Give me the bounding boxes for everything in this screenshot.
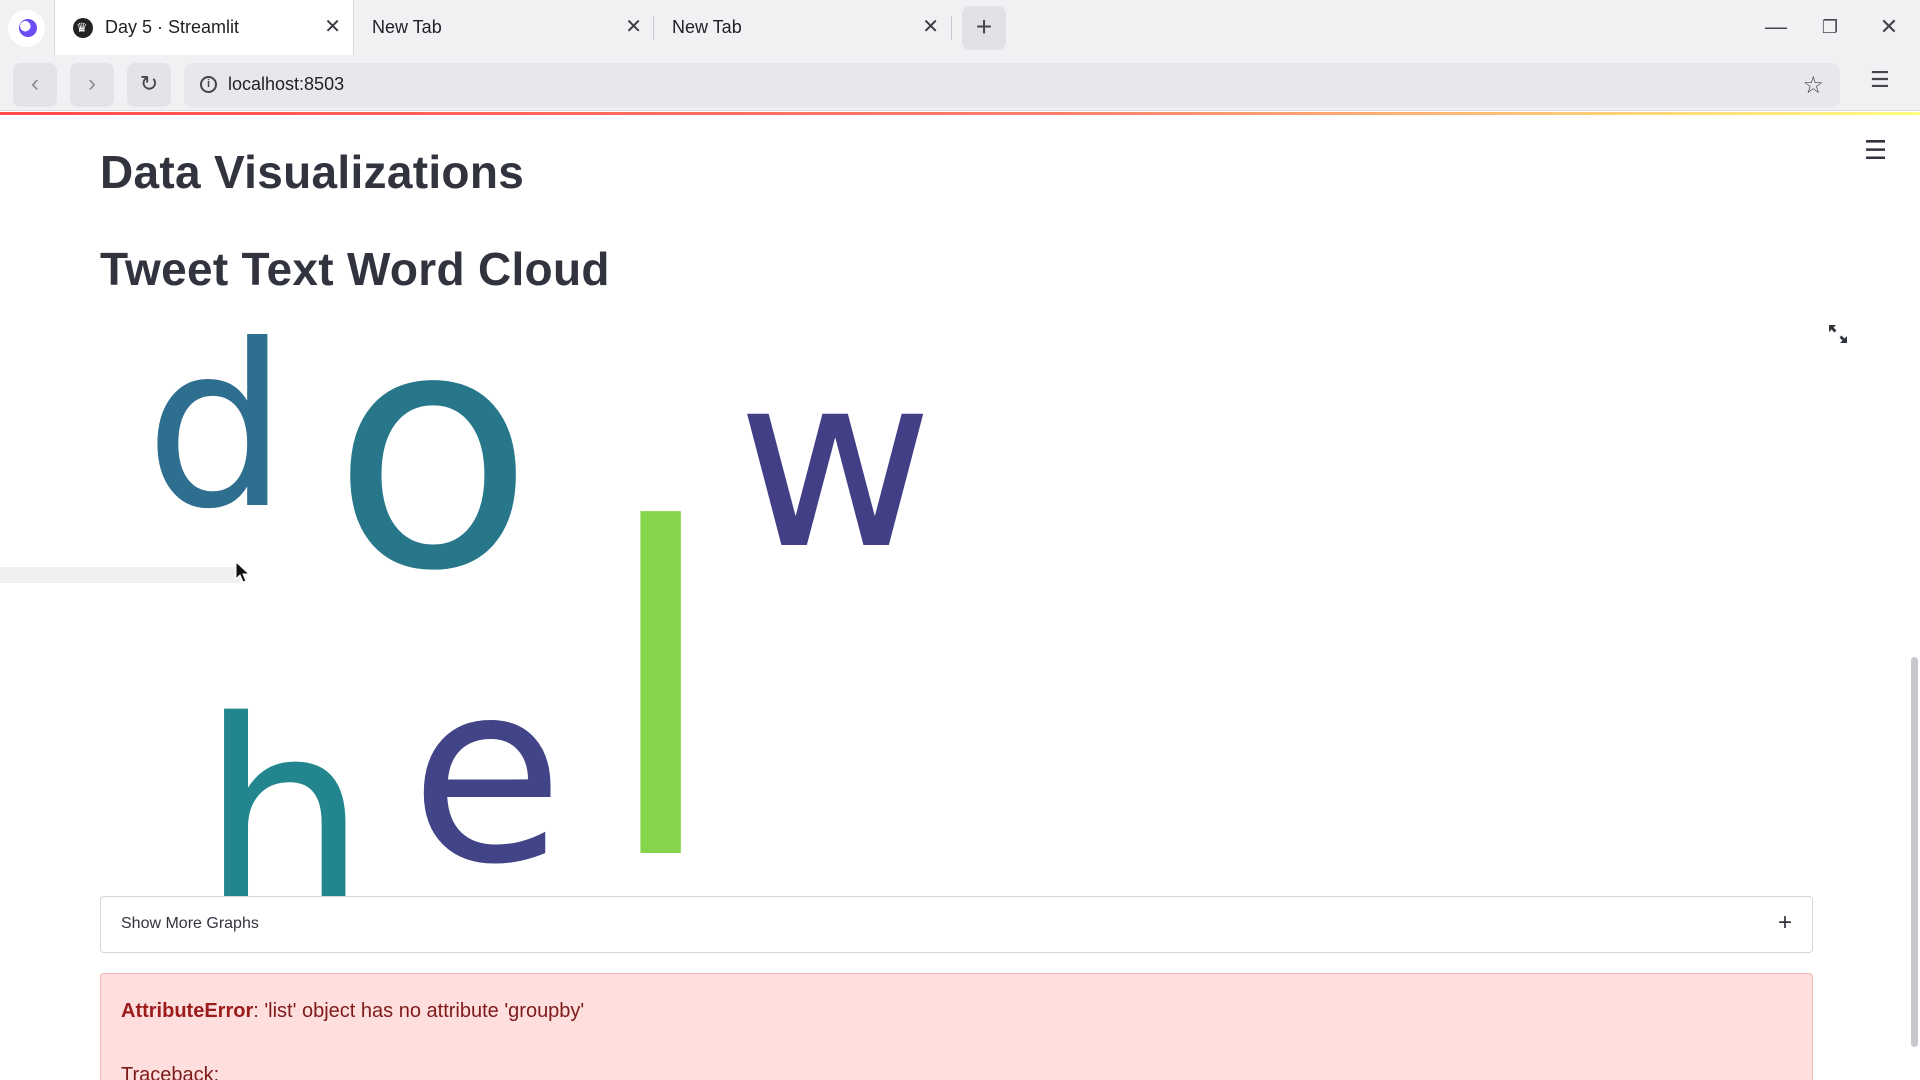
new-tab-icon: + [975, 11, 993, 42]
fullscreen-icon[interactable] [1826, 322, 1850, 346]
browser-navigation-bar: ‹ › ↻ i localhost:8503 ☆ ☰ [0, 55, 1920, 111]
tab-close-icon[interactable]: ✕ [922, 16, 939, 38]
vertical-scrollbar[interactable] [1911, 657, 1918, 1047]
star-icon[interactable]: ☆ [1802, 71, 1824, 100]
browser-logo-icon[interactable] [8, 10, 45, 47]
page-title: Data Visualizations [100, 146, 525, 198]
new-tab-button[interactable]: + [962, 6, 1006, 50]
error-type: AttributeError [121, 1000, 254, 1022]
address-bar[interactable]: i localhost:8503 ☆ [184, 63, 1840, 107]
word-w: w [737, 322, 933, 602]
section-subtitle: Tweet Text Word Cloud [100, 243, 610, 295]
streamlit-favicon-icon [73, 17, 93, 38]
back-icon: ‹ [31, 70, 39, 97]
forward-icon: › [88, 70, 96, 97]
tab-title: Day 5 · Streamlit [105, 17, 240, 37]
close-window-icon[interactable]: ✕ [1874, 12, 1904, 42]
tab-title: New Tab [672, 17, 742, 37]
word-cloud-image: d o l w h e [145, 290, 933, 950]
tab-separator [951, 16, 952, 40]
info-icon[interactable]: i [200, 76, 217, 93]
tab-title: New Tab [372, 17, 442, 37]
tab-day5-streamlit[interactable]: Day 5 · Streamlit ✕ [54, 0, 354, 55]
tab-close-icon[interactable]: ✕ [324, 16, 341, 38]
sidebar-menu-icon[interactable]: ☰ [1870, 67, 1890, 93]
tab-close-icon[interactable]: ✕ [625, 16, 642, 38]
main-menu-icon[interactable]: ☰ [1864, 135, 1887, 166]
traceback-label: Traceback: [121, 1064, 220, 1080]
word-l: l [598, 436, 723, 950]
streamlit-main-page: ☰ Data Visualizations Tweet Text Word Cl… [0, 115, 1920, 1080]
forward-button[interactable]: › [70, 63, 114, 107]
restore-icon[interactable]: ❐ [1815, 12, 1845, 42]
reload-icon: ↻ [139, 71, 159, 96]
tab-new-tab-2[interactable]: New Tab ✕ [654, 0, 951, 55]
reload-button[interactable]: ↻ [127, 63, 171, 107]
expander-label: Show More Graphs [121, 915, 259, 932]
error-message: : 'list' object has no attribute 'groupb… [253, 1000, 585, 1022]
word-e: e [410, 628, 564, 919]
error-line: AttributeError: 'list' object has no att… [121, 1000, 584, 1023]
url-text[interactable]: localhost:8503 [228, 74, 344, 95]
expand-plus-icon[interactable]: + [1778, 909, 1792, 937]
back-button[interactable]: ‹ [13, 63, 57, 107]
minimize-icon[interactable]: — [1761, 12, 1791, 42]
browser-tab-bar: Day 5 · Streamlit ✕ New Tab ✕ New Tab ✕ … [0, 0, 1920, 55]
tab-new-tab-1[interactable]: New Tab ✕ [354, 0, 654, 55]
word-d: d [145, 297, 288, 559]
error-message-box: AttributeError: 'list' object has no att… [100, 973, 1813, 1080]
show-more-graphs-expander[interactable]: Show More Graphs + [100, 896, 1813, 953]
word-o: o [332, 290, 534, 643]
horizontal-scroll-remnant [0, 567, 240, 583]
mouse-cursor-icon [235, 561, 251, 583]
